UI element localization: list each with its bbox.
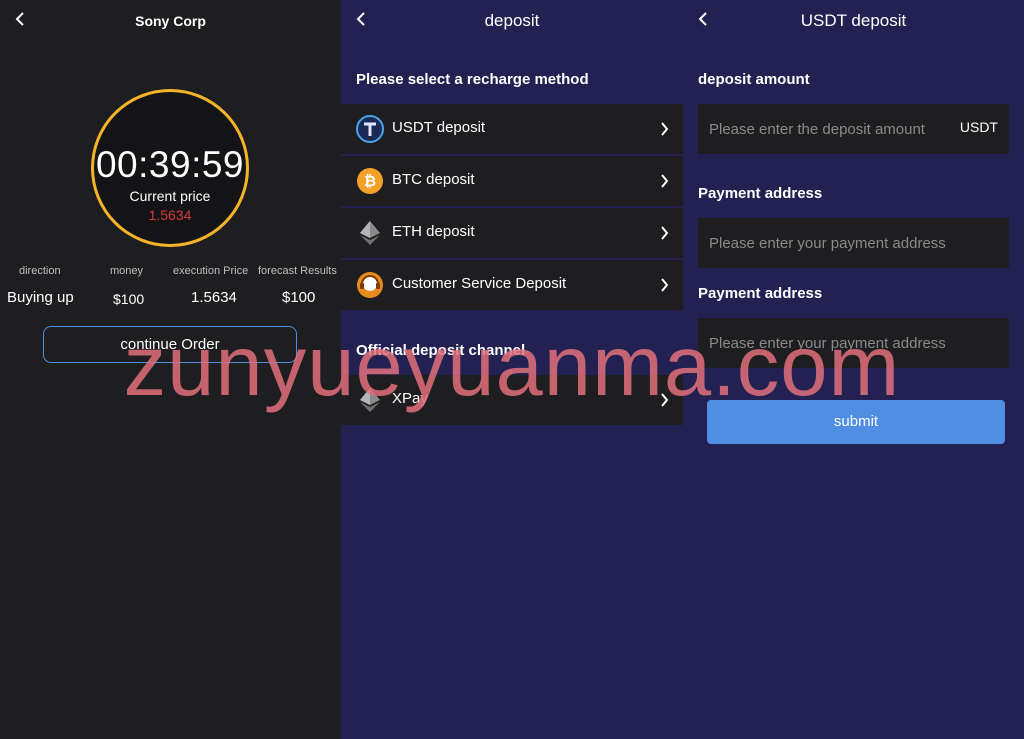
- method-label: Customer Service Deposit: [392, 275, 567, 292]
- chevron-right-icon: [661, 226, 669, 240]
- method-row-eth[interactable]: ETH deposit: [341, 208, 683, 258]
- method-label: XPay: [392, 390, 428, 407]
- deposit-panel: deposit Please select a recharge method …: [341, 0, 683, 739]
- method-row-xpay[interactable]: XPay: [341, 375, 683, 425]
- header-execution-price: execution Price: [173, 265, 249, 277]
- method-row-customer-service[interactable]: Customer Service Deposit: [341, 260, 683, 310]
- ethereum-icon: [360, 221, 380, 245]
- direction-value: Buying up: [7, 289, 74, 306]
- payment-address-field: [698, 318, 1009, 368]
- header-forecast-results: forecast Results: [258, 265, 337, 277]
- payment-address-input[interactable]: [698, 218, 1009, 268]
- forecast-results-value: $100: [282, 289, 316, 306]
- header-money: money: [110, 265, 144, 277]
- submit-button[interactable]: submit: [707, 400, 1005, 444]
- execution-price-value: 1.5634: [191, 289, 237, 306]
- countdown-ring: 00:39:59 Current price 1.5634: [91, 89, 249, 247]
- header-direction: direction: [19, 265, 61, 277]
- chevron-right-icon: [661, 393, 669, 407]
- chevron-right-icon: [661, 122, 669, 136]
- chevron-right-icon: [661, 174, 669, 188]
- order-panel: Sony Corp 00:39:59 Current price 1.5634 …: [0, 0, 341, 739]
- method-label: USDT deposit: [392, 119, 486, 136]
- method-label: BTC deposit: [392, 171, 475, 188]
- current-price-value: 1.5634: [148, 207, 192, 223]
- payment-address-field: [698, 218, 1009, 268]
- page-title: Sony Corp: [135, 13, 206, 29]
- payment-address-label: Payment address: [698, 185, 823, 202]
- customer-service-icon: [357, 272, 383, 298]
- section-recharge-method: Please select a recharge method: [356, 71, 589, 88]
- section-official-channel: Official deposit channel: [356, 342, 526, 359]
- tether-icon: [356, 115, 384, 143]
- page-title: deposit: [484, 11, 540, 30]
- svg-text:₿: ₿: [364, 172, 376, 190]
- method-row-btc[interactable]: ₿ BTC deposit: [341, 156, 683, 206]
- continue-order-button[interactable]: continue Order: [43, 326, 297, 363]
- current-price-label: Current price: [129, 188, 211, 204]
- chevron-right-icon: [661, 278, 669, 292]
- money-value: $100: [113, 291, 145, 307]
- deposit-amount-field: USDT: [698, 104, 1009, 154]
- countdown-timer: 00:39:59: [95, 144, 245, 185]
- method-label: ETH deposit: [392, 223, 475, 240]
- ethereum-icon: [360, 388, 380, 412]
- bitcoin-icon: ₿: [357, 168, 383, 194]
- method-row-usdt[interactable]: USDT deposit: [341, 104, 683, 154]
- currency-unit: USDT: [959, 119, 998, 135]
- deposit-amount-label: deposit amount: [698, 71, 810, 88]
- usdt-deposit-panel: USDT deposit deposit amount USDT Payment…: [683, 0, 1024, 739]
- page-title: USDT deposit: [800, 11, 907, 30]
- payment-address-input[interactable]: [698, 318, 1009, 368]
- payment-address-label: Payment address: [698, 285, 823, 302]
